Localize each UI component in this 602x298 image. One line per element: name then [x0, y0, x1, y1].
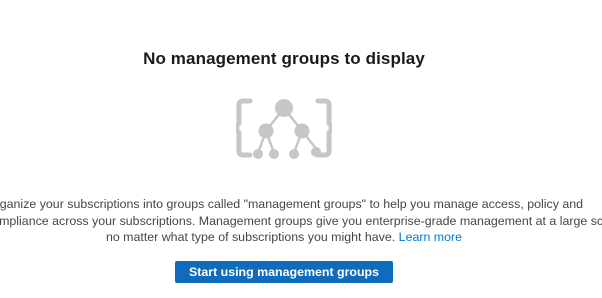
- description-line-1: Organize your subscriptions into groups …: [0, 197, 584, 211]
- learn-more-link[interactable]: Learn more: [399, 230, 462, 244]
- description-line-2: compliance across your subscriptions. Ma…: [0, 213, 602, 228]
- description-line-3: no matter what type of subscriptions you…: [0, 229, 582, 246]
- empty-state-page: No management groups to display Organize…: [0, 0, 602, 298]
- management-group-hierarchy-icon: [233, 95, 335, 165]
- start-using-management-groups-button[interactable]: Start using management groups: [175, 261, 393, 283]
- empty-state-description: Organize your subscriptions into groups …: [0, 196, 602, 246]
- description-line-3-text: no matter what type of subscriptions you…: [105, 230, 396, 244]
- empty-state-title: No management groups to display: [143, 49, 425, 68]
